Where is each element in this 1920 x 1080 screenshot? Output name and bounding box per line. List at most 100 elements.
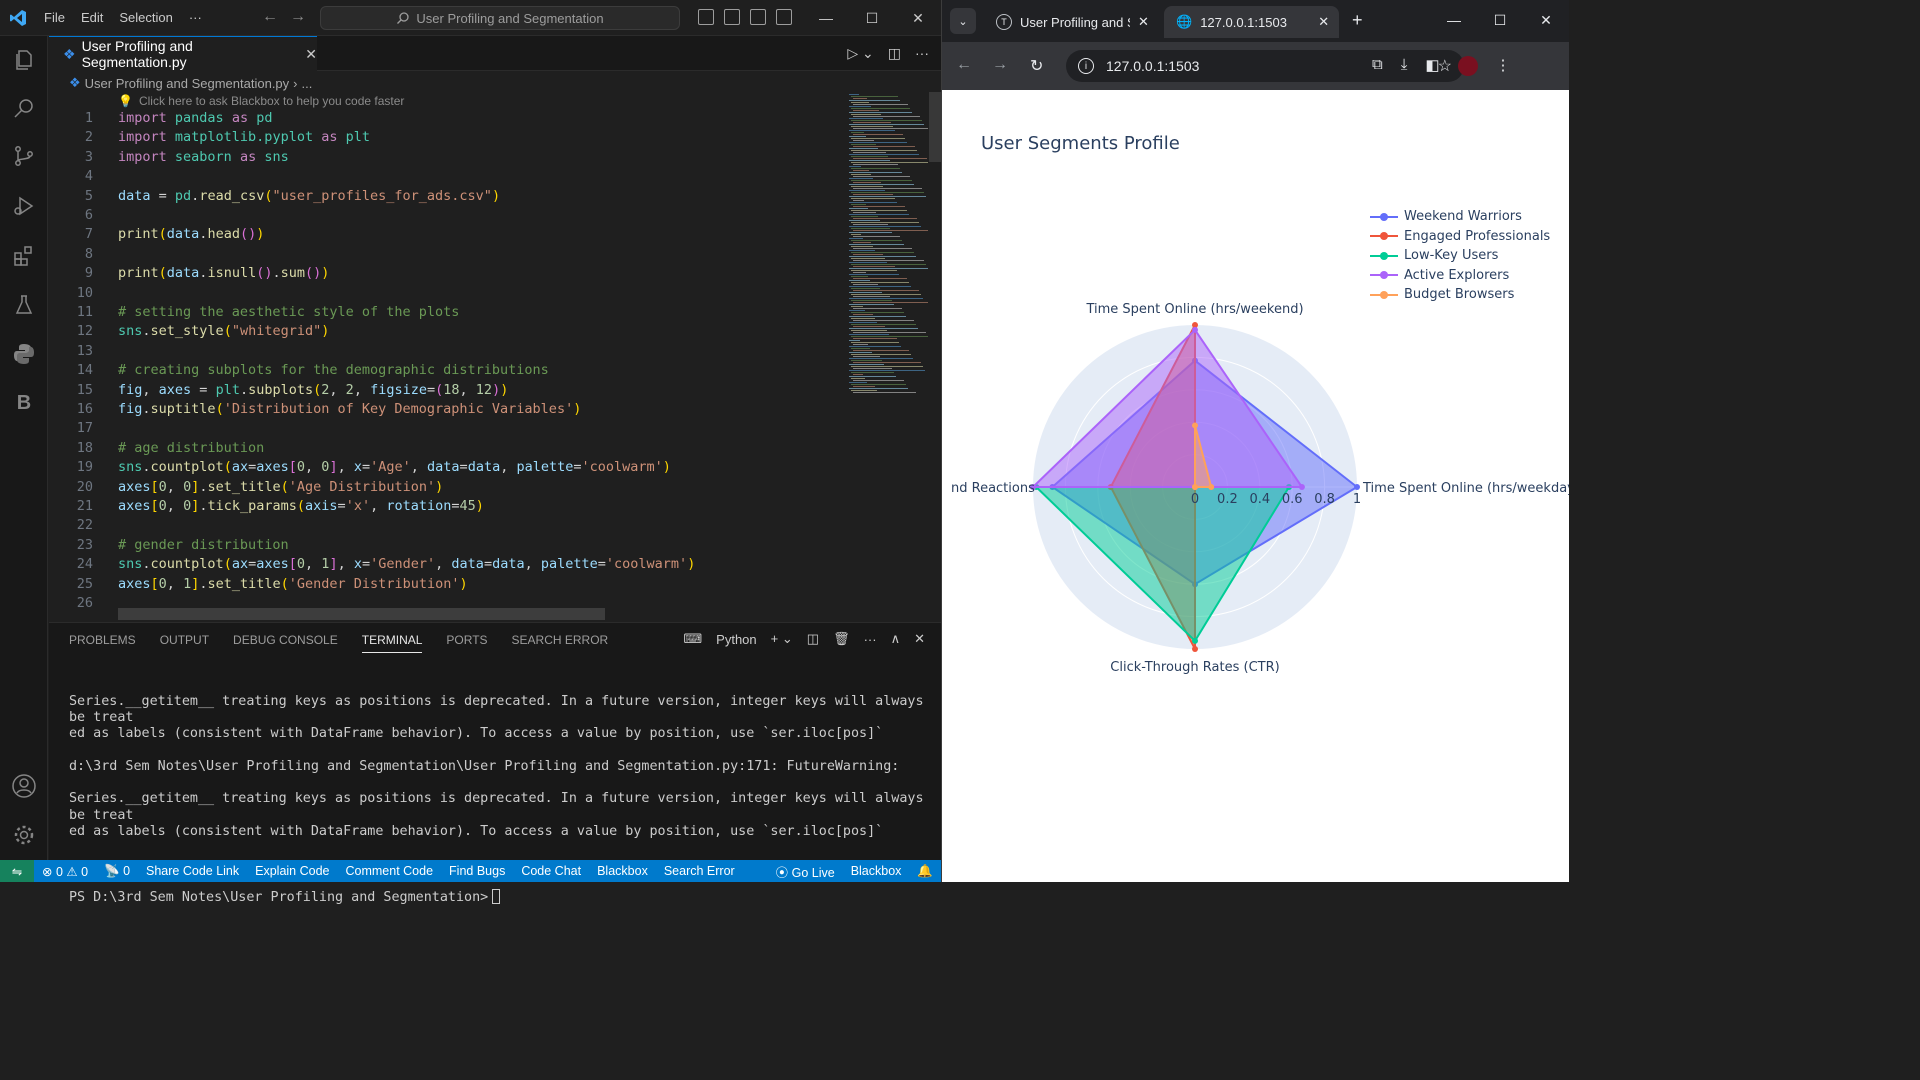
terminal-shell-name[interactable]: Python [716, 632, 756, 647]
tab-output[interactable]: OUTPUT [160, 633, 209, 653]
blackbox-hint[interactable]: 💡 Click here to ask Blackbox to help you… [118, 94, 404, 108]
menu-file[interactable]: File [36, 10, 73, 25]
run-python-icon[interactable]: ▷ ⌄ [847, 45, 873, 62]
kill-terminal-icon[interactable]: 🗑 [833, 631, 850, 647]
tab-debug-console[interactable]: DEBUG CONSOLE [233, 633, 338, 653]
code-line[interactable]: 12 sns.set_style("whitegrid") [49, 323, 842, 343]
code-line[interactable]: 6 [49, 207, 842, 227]
customize-layout-icon[interactable] [776, 9, 792, 25]
extensions-puzzle-icon[interactable]: ⧉ [1372, 56, 1383, 76]
status-explain-code[interactable]: Explain Code [247, 864, 337, 878]
extensions-icon[interactable] [0, 232, 48, 280]
browser-minimize-icon[interactable]: — [1431, 0, 1477, 40]
code-line[interactable]: 24 sns.countplot(ax=axes[0, 1], x='Gender… [49, 556, 842, 576]
close-icon[interactable]: ✕ [895, 0, 941, 36]
python-icon[interactable] [0, 330, 48, 378]
toggle-sidebar-icon[interactable] [698, 9, 714, 25]
code-line[interactable]: 1 import pandas as pd [49, 110, 842, 130]
code-line[interactable]: 18 # age distribution [49, 440, 842, 460]
tab-ports[interactable]: PORTS [446, 633, 487, 653]
tab-active-file[interactable]: ❖ User Profiling and Segmentation.py ✕ [49, 36, 317, 71]
code-line[interactable]: 7 print(data.head()) [49, 226, 842, 246]
nav-arrows-icon[interactable]: ←→ [262, 8, 318, 26]
remote-icon[interactable]: ⇋ [0, 860, 34, 882]
code-line[interactable]: 17 [49, 420, 842, 440]
code-line[interactable]: 22 [49, 517, 842, 537]
back-icon[interactable]: ← [956, 56, 972, 74]
status-ports[interactable]: 📡 0 [96, 864, 138, 879]
tab-problems[interactable]: PROBLEMS [69, 633, 136, 653]
browser-close-icon[interactable]: ✕ [1523, 0, 1569, 40]
tab-search-error[interactable]: SEARCH ERROR [512, 633, 609, 653]
code-line[interactable]: 9 print(data.isnull().sum()) [49, 265, 842, 285]
status-blackbox-right[interactable]: Blackbox [843, 864, 910, 878]
code-line[interactable]: 13 [49, 343, 842, 363]
status-find-bugs[interactable]: Find Bugs [441, 864, 513, 878]
maximize-icon[interactable]: ☐ [849, 0, 895, 36]
tab-close-icon[interactable]: ✕ [305, 46, 317, 63]
testing-icon[interactable] [0, 281, 48, 329]
run-debug-icon[interactable] [0, 182, 48, 230]
downloads-icon[interactable]: ⤓ [1401, 56, 1408, 76]
site-info-icon[interactable]: i [1078, 58, 1094, 74]
blackbox-icon[interactable]: B [0, 379, 48, 427]
more-icon[interactable]: ··· [864, 632, 877, 647]
editor-vertical-scrollbar[interactable] [929, 92, 941, 162]
code-line[interactable]: 21 axes[0, 0].tick_params(axis='x', rotat… [49, 498, 842, 518]
close-panel-icon[interactable]: ✕ [914, 631, 925, 647]
more-actions-icon[interactable]: ··· [915, 45, 929, 62]
menu-more[interactable]: ··· [181, 10, 210, 25]
terminal-output[interactable]: Series.__getitem__ treating keys as posi… [69, 661, 929, 939]
side-panel-icon[interactable]: ◧ [1425, 56, 1439, 76]
split-terminal-icon[interactable]: ◫ [807, 631, 819, 647]
browser-menu-icon[interactable]: ⋮ [1496, 56, 1511, 76]
explorer-icon[interactable] [0, 36, 48, 84]
code-line[interactable]: 3 import seaborn as sns [49, 149, 842, 169]
notifications-bell-icon[interactable]: 🔔 [909, 864, 941, 879]
status-search-error[interactable]: Search Error [656, 864, 743, 878]
code-line[interactable]: 2 import matplotlib.pyplot as plt [49, 129, 842, 149]
tab-search-dropdown-icon[interactable]: ⌄ [950, 8, 976, 34]
menu-selection[interactable]: Selection [111, 10, 180, 25]
minimap[interactable] [843, 92, 928, 402]
new-tab-icon[interactable]: + [1352, 10, 1363, 31]
code-line[interactable]: 20 axes[0, 0].set_title('Age Distribution… [49, 479, 842, 499]
browser-maximize-icon[interactable]: ☐ [1477, 0, 1523, 40]
tab-2-close-icon[interactable]: ✕ [1318, 14, 1329, 30]
breadcrumb-more[interactable]: ... [302, 76, 313, 91]
breadcrumb-file[interactable]: User Profiling and Segmentation.py [85, 76, 290, 91]
forward-icon[interactable]: → [992, 56, 1008, 74]
accounts-icon[interactable] [0, 762, 48, 810]
code-line[interactable]: 15 fig, axes = plt.subplots(2, 2, figsize… [49, 382, 842, 402]
code-line[interactable]: 8 [49, 246, 842, 266]
status-code-chat[interactable]: Code Chat [513, 864, 589, 878]
code-line[interactable]: 16 fig.suptitle('Distribution of Key Demo… [49, 401, 842, 421]
source-control-icon[interactable] [0, 132, 48, 180]
code-line[interactable]: 4 [49, 168, 842, 188]
toggle-panel-icon[interactable] [724, 9, 740, 25]
command-center-search[interactable]: User Profiling and Segmentation [320, 6, 680, 30]
reload-icon[interactable]: ↻ [1030, 56, 1043, 76]
tab-terminal[interactable]: TERMINAL [361, 633, 423, 653]
search-sidebar-icon[interactable] [0, 84, 48, 132]
minimize-icon[interactable]: — [803, 0, 849, 36]
code-line[interactable]: 5 data = pd.read_csv("user_profiles_for_a… [49, 188, 842, 208]
code-line[interactable]: 11 # setting the aesthetic style of the p… [49, 304, 842, 324]
code-line[interactable]: 23 # gender distribution [49, 537, 842, 557]
menu-edit[interactable]: Edit [73, 10, 111, 25]
browser-tab-1[interactable]: T User Profiling and Se ✕ [984, 6, 1162, 38]
maximize-panel-icon[interactable]: ∧ [891, 631, 901, 647]
code-line[interactable]: 10 [49, 285, 842, 305]
code-line[interactable]: 14 # creating subplots for the demographi… [49, 362, 842, 382]
status-share-code-link[interactable]: Share Code Link [138, 864, 247, 878]
code-editor[interactable]: 1 import pandas as pd 2 import matplotlib.p… [49, 110, 842, 618]
status-comment-code[interactable]: Comment Code [338, 864, 442, 878]
split-editor-icon[interactable]: ◫ [888, 45, 901, 62]
browser-tab-2-active[interactable]: 🌐 127.0.0.1:1503 ✕ [1164, 6, 1339, 38]
new-terminal-icon[interactable]: + ⌄ [771, 631, 793, 647]
status-go-live[interactable]: ⦿ Go Live [768, 862, 843, 881]
editor-horizontal-scrollbar[interactable] [118, 608, 605, 620]
code-line[interactable]: 25 axes[0, 1].set_title('Gender Distribut… [49, 576, 842, 596]
profile-avatar[interactable] [1457, 56, 1478, 76]
status-problems[interactable]: ⊗ 0 ⚠ 0 [34, 864, 96, 879]
